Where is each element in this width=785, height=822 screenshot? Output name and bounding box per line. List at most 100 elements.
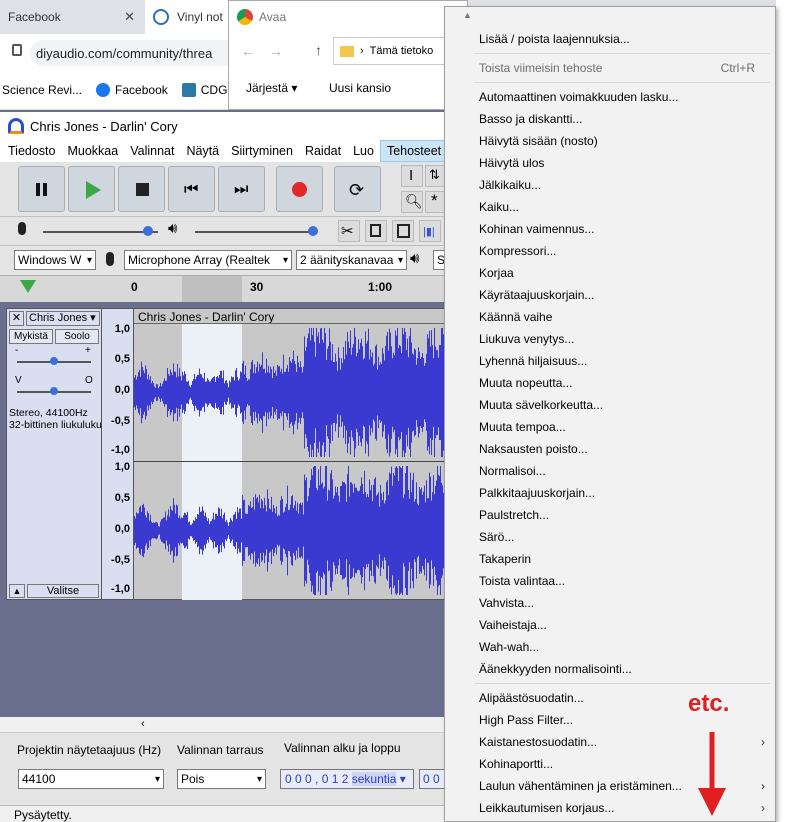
stop-button[interactable] [118,166,165,212]
zoom-tool[interactable]: 🔍︎ [401,191,423,213]
menu-item-filter[interactable]: Kaistanestosuodatin... [479,735,597,749]
menu-item-effect[interactable]: Häivytä ulos [479,156,544,170]
menu-item-filter[interactable]: Alipäästösuodatin... [479,691,584,705]
selection-start-field[interactable]: 0 0 0 , 0 1 2 sekuntia ▾ [280,769,414,789]
scroll-left-icon[interactable]: ‹ [141,718,145,730]
menu-item-effect[interactable]: Normalisoi... [479,464,546,478]
play-volume-slider[interactable] [195,226,318,236]
timeline-ruler[interactable]: 0 30 1:00 [0,275,445,303]
submenu-arrow-icon: › [761,779,765,793]
select-button[interactable]: Valitse [27,584,99,598]
menu-item-filter[interactable]: High Pass Filter... [479,713,573,727]
solo-button[interactable]: Soolo [55,329,99,344]
selection-end-field[interactable]: 0 0 [419,769,445,789]
menu-siirtyminen[interactable]: Siirtyminen [225,140,299,162]
mute-button[interactable]: Mykistä [9,329,53,344]
forward-icon[interactable]: → [269,43,283,59]
menu-item-repeat-last[interactable]: Toista viimeisin tehoste [479,61,602,75]
track-close-button[interactable]: ✕ [9,311,24,326]
menu-muokkaa[interactable]: Muokkaa [61,140,124,162]
menu-item-effect[interactable]: Automaattinen voimakkuuden lasku... [479,90,678,104]
tab-facebook[interactable]: Facebook ✕ [0,0,143,34]
copy-button[interactable] [365,220,387,242]
input-device-select[interactable]: Microphone Array (Realtek ▾ [124,250,292,270]
menu-item-manage-plugins[interactable]: Lisää / poista laajennuksia... [479,32,630,46]
pause-button[interactable] [18,166,65,212]
record-volume-slider[interactable] [43,226,158,236]
cut-button[interactable]: ✂ [338,220,360,242]
channels-select[interactable]: 2 äänityskanavaa ▾ [296,250,407,270]
menu-valinnat[interactable]: Valinnat [124,140,180,162]
organize-button[interactable]: Järjestä ▾ [246,81,297,95]
pan-slider[interactable] [17,387,91,395]
menu-item-effect[interactable]: Naksausten poisto... [479,442,588,456]
menu-item-filter[interactable]: Laulun vähentäminen ja eristäminen... [479,779,682,793]
track-name-button[interactable]: Chris Jones ▾ [26,311,100,326]
bookmark-science[interactable]: Science Revi... [2,83,82,97]
menu-separator [475,82,770,83]
scroll-up-icon[interactable]: ▲ [463,10,472,20]
selection-toolbar: ‹ Projektin näytetaajuus (Hz) Valinnan t… [0,717,445,822]
menu-item-effect[interactable]: Jälkikaiku... [479,178,541,192]
new-folder-button[interactable]: Uusi kansio [329,81,391,95]
menu-item-effect[interactable]: Paulstretch... [479,508,549,522]
bookmark-cdg[interactable]: CDG [181,82,227,97]
menu-item-effect[interactable]: Kohinan vaimennus... [479,222,594,236]
menu-nayta[interactable]: Näytä [180,140,225,162]
selection-tool[interactable]: I [401,165,423,187]
zoom-icon: 🔍︎ [405,193,423,209]
menu-item-effect[interactable]: Muuta sävelkorkeutta... [479,398,603,412]
record-button[interactable] [276,166,323,212]
menu-item-effect[interactable]: Kompressori... [479,244,556,258]
menu-item-effect[interactable]: Äänekkyyden normalisointi... [479,662,632,676]
tab-vinyl[interactable]: Vinyl not [145,0,235,34]
gain-slider[interactable] [17,357,91,365]
paste-button[interactable] [392,220,414,242]
menu-item-filter[interactable]: Kohinaportti... [479,757,553,771]
up-icon[interactable]: ↑ [315,42,322,58]
menu-item-effect[interactable]: Häivytä sisään (nosto) [479,134,598,148]
annotation-text: etc. [688,690,730,717]
menu-item-effect[interactable]: Basso ja diskantti... [479,112,582,126]
menu-item-effect[interactable]: Liukuva venytys... [479,332,574,346]
stop-icon [136,183,149,196]
vertical-scale: 1,0 0,5 0,0 -0,5 -1,0 1,0 0,5 0,0 -0,5 -… [102,308,133,600]
horizontal-scrollbar[interactable]: ‹ [0,717,445,733]
menu-item-effect[interactable]: Wah-wah... [479,640,539,654]
menu-item-effect[interactable]: Toista valintaa... [479,574,565,588]
project-rate-select[interactable]: 44100 ▾ [18,769,164,789]
menu-luo[interactable]: Luo [347,140,380,162]
menu-item-effect[interactable]: Käyrätaajuuskorjain... [479,288,594,302]
skip-end-button[interactable]: ⏭ [218,166,265,212]
menu-tehosteet[interactable]: Tehosteet [379,140,449,162]
menu-item-effect[interactable]: Särö... [479,530,514,544]
loop-button[interactable]: ⟳ [334,166,381,212]
menu-tiedosto[interactable]: Tiedosto [0,140,61,162]
menu-item-effect[interactable]: Palkkitaajuuskorjain... [479,486,595,500]
snap-select[interactable]: Pois ▾ [177,769,266,789]
microphone-icon [106,252,114,266]
back-icon[interactable]: ← [241,43,255,59]
menu-item-effect[interactable]: Takaperin [479,552,531,566]
speaker-icon: 🔊︎ [168,220,178,237]
menu-item-effect[interactable]: Kaiku... [479,200,519,214]
menu-item-effect[interactable]: Muuta tempoa... [479,420,566,434]
close-icon[interactable]: ✕ [124,9,135,25]
menu-item-effect[interactable]: Lyhennä hiljaisuus... [479,354,587,368]
menu-item-effect[interactable]: Käännä vaihe [479,310,552,324]
waveform-clip[interactable]: Chris Jones - Darlin' Cory [133,308,446,600]
track-control-panel: ✕ Chris Jones ▾ Mykistä Soolo - + V O St… [6,308,102,600]
menu-item-effect[interactable]: Vahvista... [479,596,534,610]
empty-track-area [0,602,445,717]
collapse-button[interactable]: ▲ [9,584,25,598]
menu-raidat[interactable]: Raidat [299,140,347,162]
menu-item-effect[interactable]: Muuta nopeutta... [479,376,572,390]
menu-item-effect[interactable]: Vaiheistaja... [479,618,547,632]
bookmark-facebook[interactable]: Facebook [96,82,168,97]
menu-item-filter[interactable]: Leikkautumisen korjaus... [479,801,614,815]
trim-button[interactable]: |▮| [419,220,441,242]
host-select[interactable]: Windows W ▾ [14,250,96,270]
play-button[interactable] [68,166,115,212]
menu-item-effect[interactable]: Korjaa [479,266,514,280]
skip-start-button[interactable]: ⏮ [168,166,215,212]
